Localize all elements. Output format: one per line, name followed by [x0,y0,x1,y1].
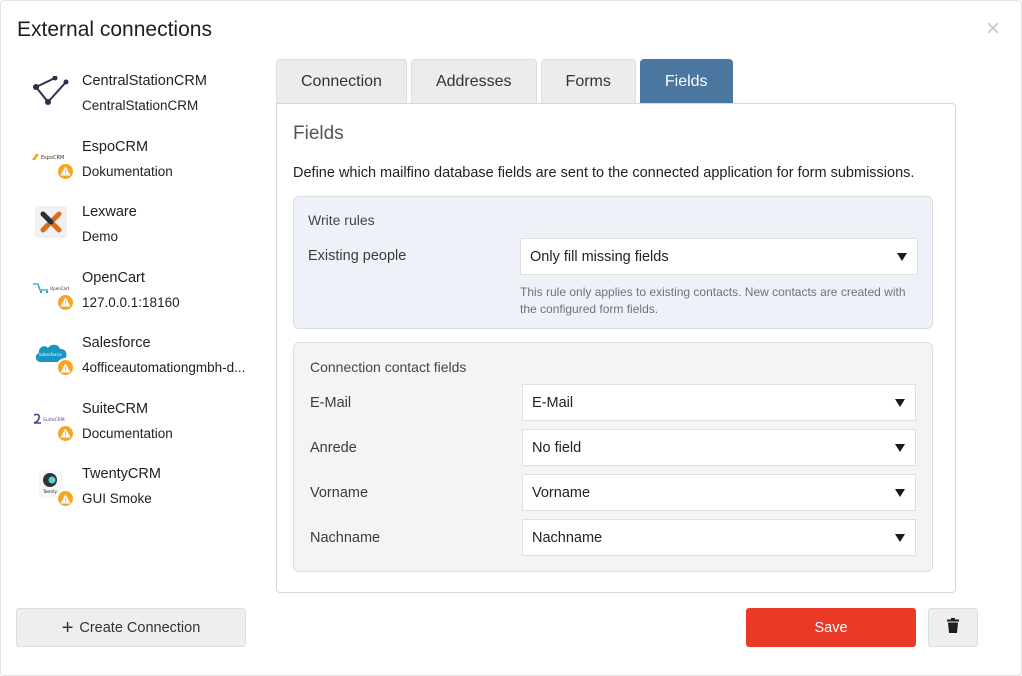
connection-item-lexware[interactable]: Lexware Demo [29,198,259,264]
write-rules-hint: This rule only applies to existing conta… [520,285,906,316]
external-connections-dialog: External connections × CentralStationCRM… [0,0,1022,676]
dropdown-arrow-icon [895,444,905,452]
dropdown-arrow-icon [895,399,905,407]
contact-fields-title: Connection contact fields [310,359,467,375]
connection-subtitle: GUI Smoke [82,491,152,506]
dropdown-arrow-icon [895,489,905,497]
warning-icon [56,358,75,377]
anrede-label: Anrede [310,440,357,456]
nachname-select[interactable]: Nachname [522,519,916,556]
fields-panel: Fields Define which mailfino database fi… [276,103,956,593]
connection-name: TwentyCRM [82,466,161,482]
existing-people-label: Existing people [308,248,407,264]
write-rules-section: Write rules Existing people Only fill mi… [293,196,933,329]
connection-item-centralstationcrm[interactable]: CentralStationCRM CentralStationCRM [29,67,259,133]
connection-subtitle: 4officeautomationgmbh-d... [82,360,246,375]
connection-subtitle: Demo [82,229,119,244]
write-rules-title: Write rules [308,212,375,228]
svg-text:EspoCRM: EspoCRM [41,155,64,161]
connection-subtitle: Documentation [82,425,173,441]
delete-button[interactable] [928,608,978,647]
warning-icon [56,161,75,181]
svg-text:salesforce: salesforce [39,352,62,358]
tab-bar: Connection Addresses Forms Fields [276,59,733,104]
nachname-label: Nachname [310,530,381,546]
contact-fields-section: Connection contact fields E-Mail E-Mail … [293,342,933,572]
centralstation-logo-icon [31,75,71,107]
connection-name: OpenCart [82,269,145,286]
lexware-logo-icon [31,206,71,238]
svg-text:OpenCart: OpenCart [50,286,70,291]
connection-list: CentralStationCRM CentralStationCRM Espo… [29,67,259,526]
tab-forms[interactable]: Forms [540,59,636,104]
email-select-value: E-Mail [532,394,574,411]
dropdown-arrow-icon [895,534,905,542]
connection-item-salesforce[interactable]: salesforce Salesforce 4officeautomationg… [29,329,259,395]
panel-title: Fields [293,123,344,144]
save-button[interactable]: Save [746,608,916,647]
connection-subtitle: Dokumentation [82,163,173,179]
close-icon[interactable]: × [983,17,1003,41]
dialog-title: External connections [17,18,212,41]
email-label: E-Mail [310,395,352,411]
vorname-select-value: Vorname [532,484,591,501]
tab-addresses[interactable]: Addresses [410,59,537,104]
plus-icon: + [61,616,74,639]
svg-text:Twenty: Twenty [42,489,58,494]
create-connection-button[interactable]: + Create Connection [16,608,246,647]
warning-icon [56,292,75,312]
connection-subtitle: CentralStationCRM [82,98,199,113]
tab-fields[interactable]: Fields [639,59,733,104]
anrede-select[interactable]: No field [522,429,916,466]
warning-icon [56,423,75,443]
connection-name: Lexware [82,204,137,220]
connection-item-suitecrm[interactable]: SuiteCRM SuiteCRM Documentation [29,395,259,461]
dropdown-arrow-icon [897,253,907,261]
vorname-select[interactable]: Vorname [522,474,916,511]
connection-item-opencart[interactable]: OpenCart OpenCart 127.0.0.1:18160 [29,264,259,330]
create-connection-label: Create Connection [79,619,201,636]
vorname-label: Vorname [310,485,369,501]
warning-icon [56,489,75,508]
connection-name: EspoCRM [82,138,149,155]
existing-people-value: Only fill missing fields [530,248,669,265]
panel-description: Define which mailfino database fields ar… [293,165,915,181]
nachname-select-value: Nachname [532,529,603,546]
connection-subtitle: 127.0.0.1:18160 [82,294,180,310]
existing-people-select[interactable]: Only fill missing fields [520,238,918,275]
anrede-select-value: No field [532,439,582,456]
connection-item-espocrm[interactable]: EspoCRM EspoCRM Dokumentation [29,133,259,199]
svg-text:SuiteCRM: SuiteCRM [43,417,65,423]
connection-name: Salesforce [82,335,151,351]
email-select[interactable]: E-Mail [522,384,916,421]
connection-name: CentralStationCRM [82,73,207,89]
trash-icon [947,617,959,638]
connection-name: SuiteCRM [82,400,149,417]
tab-connection[interactable]: Connection [276,59,407,104]
connection-item-twentycrm[interactable]: Twenty TwentyCRM GUI Smoke [29,460,259,526]
